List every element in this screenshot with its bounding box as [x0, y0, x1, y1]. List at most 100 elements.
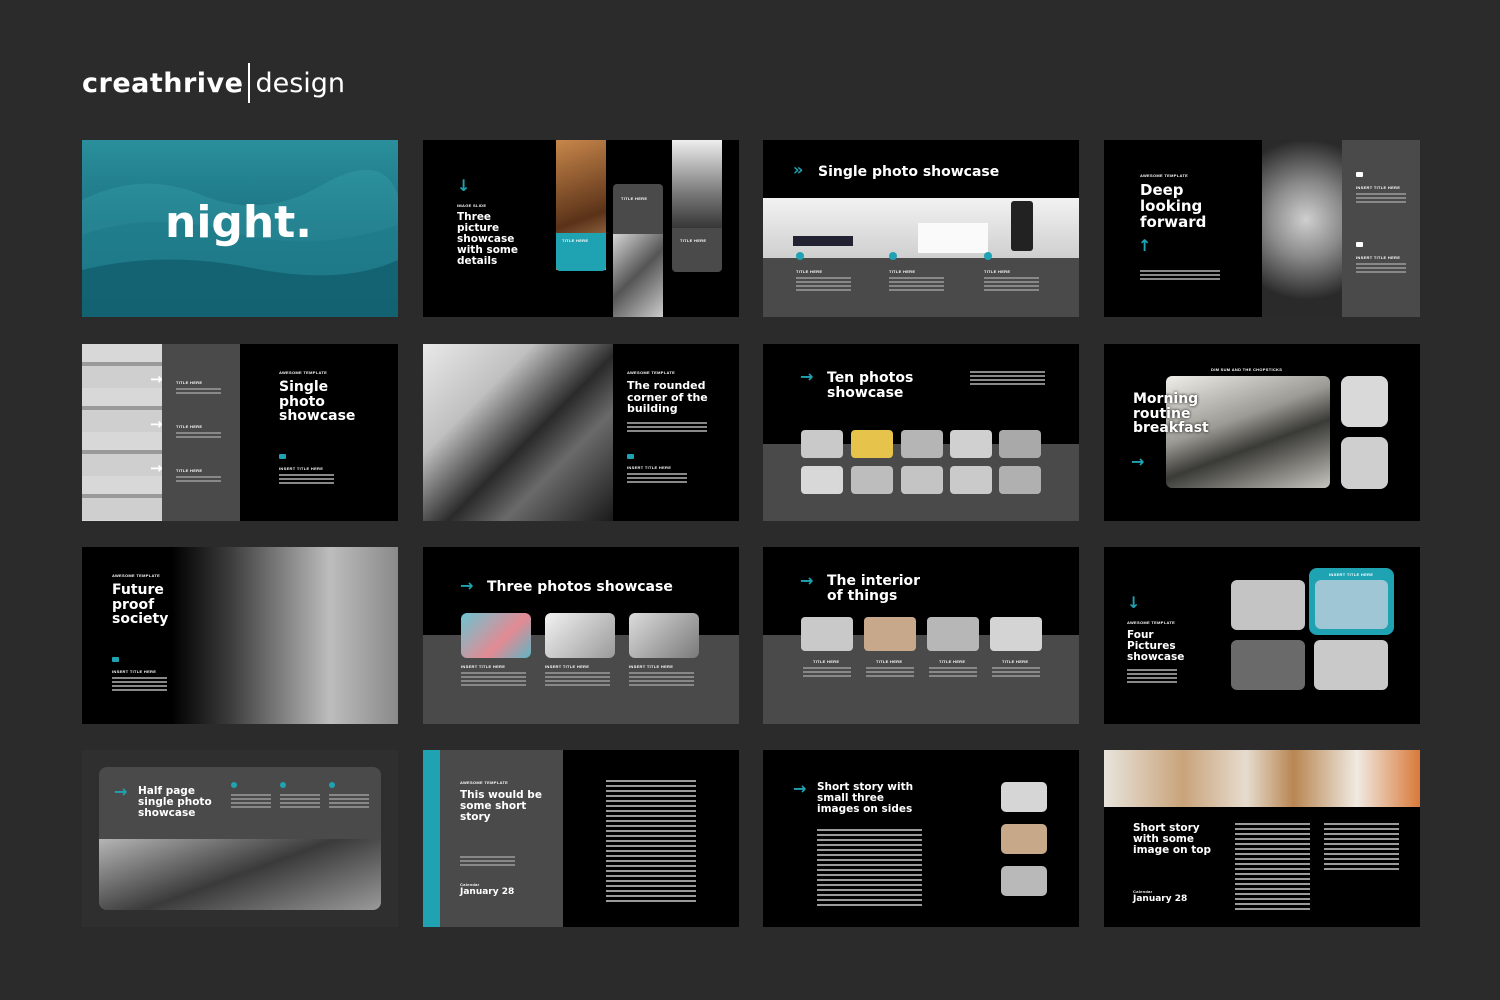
slide-night[interactable]: night. [82, 140, 398, 317]
caption-card: TITLE HERE [672, 228, 722, 272]
slide-title: Short story with some image on top [1133, 822, 1212, 857]
camera-icon [112, 657, 119, 662]
slide-interior-of-things[interactable]: → The interior of things TITLE HERE TITL… [763, 547, 1079, 724]
body-lines [176, 476, 221, 484]
photo-thumb [1314, 640, 1388, 690]
slide-morning-routine[interactable]: DIM SUM AND THE CHOPSTICKS Morning routi… [1104, 344, 1420, 521]
item-title: TITLE HERE [889, 269, 916, 274]
body-lines [984, 277, 1039, 293]
body-lines [866, 667, 914, 679]
slide-title: Morning routine breakfast [1133, 391, 1209, 437]
slide-title: Single photo showcase [818, 164, 1000, 180]
label: INSERT TITLE HERE [279, 466, 324, 471]
item-title: INSERT TITLE HERE [461, 664, 506, 669]
arrow-down-icon: ↓ [457, 176, 471, 195]
item-title: TITLE HERE [813, 659, 840, 664]
body-lines [231, 794, 271, 810]
body-lines [1127, 669, 1177, 685]
slide-single-photo-showcase-2[interactable]: → → → TITLE HERE TITLE HERE TITLE HERE A… [82, 344, 398, 521]
label: INSERT TITLE HERE [1356, 255, 1401, 260]
body-lines [803, 667, 851, 679]
arrow-right-icon: → [150, 459, 163, 477]
item-title: INSERT TITLE HERE [629, 664, 674, 669]
slide-title: Three photos showcase [487, 579, 673, 595]
slide-title: Ten photos showcase [827, 370, 914, 401]
item-title: TITLE HERE [876, 659, 903, 664]
slide-short-story-top-image[interactable]: Short story with some image on top Calen… [1104, 750, 1420, 927]
marker-dot [329, 782, 335, 788]
body-lines [796, 277, 851, 293]
slide-future-proof[interactable]: AWESOME TEMPLATE Future proof society IN… [82, 547, 398, 724]
photo-thumb [1001, 866, 1047, 896]
photo-food [1104, 750, 1420, 807]
slide-kicker: AWESOME TEMPLATE [460, 780, 509, 785]
photo-thumb [927, 617, 979, 651]
photo-thumb [801, 430, 843, 458]
arrow-right-icon: → [150, 370, 163, 388]
photo-building [423, 344, 613, 521]
photo-cup [1341, 376, 1388, 427]
badge-label: INSERT TITLE HERE [1329, 572, 1374, 577]
caption-label: TITLE HERE [680, 238, 707, 243]
slide-four-pictures[interactable]: ↓ AWESOME TEMPLATE Four Pictures showcas… [1104, 547, 1420, 724]
date-value: January 28 [1133, 894, 1188, 904]
slide-rounded-corner[interactable]: AWESOME TEMPLATE The rounded corner of t… [423, 344, 739, 521]
slide-title: Four Pictures showcase [1127, 629, 1185, 664]
photo-thumb [999, 466, 1041, 494]
item-title: TITLE HERE [984, 269, 1011, 274]
item-title: INSERT TITLE HERE [545, 664, 590, 669]
slide-title: Single photo showcase [279, 379, 356, 425]
item-title: TITLE HERE [939, 659, 966, 664]
body-text [817, 829, 922, 909]
photo-building [99, 839, 381, 910]
slide-title: Three picture showcase with some details [457, 211, 518, 268]
item-title: TITLE HERE [176, 380, 203, 385]
photo-thumb [629, 613, 699, 658]
label: INSERT TITLE HERE [112, 669, 157, 674]
logo-suffix: design [255, 67, 346, 99]
arrow-right-icon: → [114, 782, 128, 801]
caption-card: TITLE HERE [613, 184, 663, 234]
slide-title: The interior of things [827, 573, 921, 604]
photo-thumb [901, 430, 943, 458]
slide-half-page[interactable]: → Half page single photo showcase [82, 750, 398, 927]
body-text [1324, 823, 1399, 873]
slide-title: night. [165, 197, 312, 248]
slide-three-photos[interactable]: → Three photos showcase INSERT TITLE HER… [423, 547, 739, 724]
photo-thumb [545, 613, 615, 658]
item-title: TITLE HERE [796, 269, 823, 274]
body-lines [1356, 263, 1406, 275]
photo-architecture [613, 230, 663, 317]
photo-office [172, 547, 398, 724]
label: INSERT TITLE HERE [1356, 185, 1401, 190]
slide-kicker: AWESOME TEMPLATE [627, 370, 676, 375]
body-text [606, 780, 696, 905]
photo-thumb [461, 613, 531, 658]
body-lines [176, 388, 221, 396]
slide-deep-looking-forward[interactable]: AWESOME TEMPLATE Deep looking forward ↑ … [1104, 140, 1420, 317]
photo-plate [1315, 580, 1388, 629]
slide-kicker: AWESOME TEMPLATE [1127, 620, 1176, 625]
arrow-right-icon: → [800, 367, 814, 386]
logo: creathrive design [82, 60, 345, 106]
slide-single-photo-showcase[interactable]: » Single photo showcase TITLE HERE TITLE… [763, 140, 1079, 317]
photo-thumb [864, 617, 916, 651]
slide-ten-photos[interactable]: → Ten photos showcase [763, 344, 1079, 521]
photo-city [672, 140, 722, 230]
body-lines [280, 794, 320, 810]
photo-thumb [851, 466, 893, 494]
slide-short-story[interactable]: AWESOME TEMPLATE This would be some shor… [423, 750, 739, 927]
item-title: TITLE HERE [176, 468, 203, 473]
photo-cup [1341, 437, 1388, 489]
slide-short-story-sides[interactable]: → Short story with small three images on… [763, 750, 1079, 927]
body-lines [176, 432, 221, 440]
highlight-card: INSERT TITLE HERE [1309, 568, 1394, 635]
photo-thumb [851, 430, 893, 458]
body-text [1235, 823, 1310, 913]
slide-three-picture[interactable]: ↓ IMAGE SLIDE Three picture showcase wit… [423, 140, 739, 317]
arrow-right-icon: → [793, 779, 807, 798]
slide-title: Future proof society [112, 582, 169, 628]
body-lines [970, 371, 1045, 387]
photo-thumb [999, 430, 1041, 458]
photo-thumb [1001, 782, 1047, 812]
